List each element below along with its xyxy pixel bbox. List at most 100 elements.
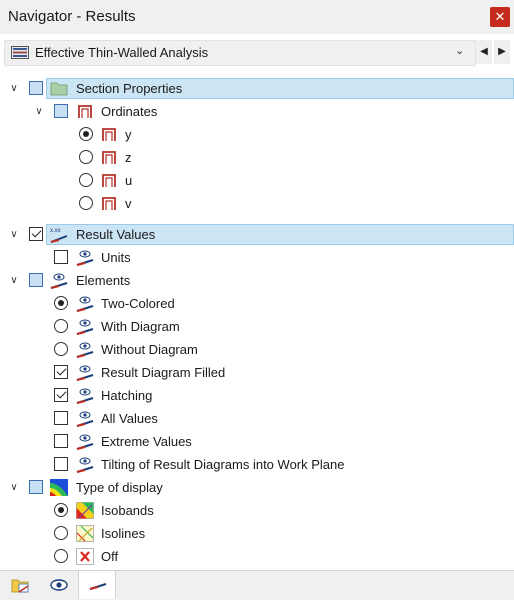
ordinate-u-radio[interactable]	[79, 173, 93, 187]
extreme-values-label: Extreme Values	[101, 434, 192, 449]
ordinate-section-icon	[78, 105, 92, 118]
tilting-label: Tilting of Result Diagrams into Work Pla…	[101, 457, 345, 472]
elements-option-extreme-values[interactable]: Extreme Values	[0, 431, 514, 453]
ordinates-label: Ordinates	[101, 104, 158, 119]
expand-chevron-icon[interactable]: ∨	[33, 106, 45, 118]
ordinate-v-radio[interactable]	[79, 196, 93, 210]
all-values-checkbox[interactable]	[54, 411, 68, 425]
without-diagram-label: Without Diagram	[101, 342, 198, 357]
off-radio[interactable]	[54, 549, 68, 563]
color-contour-icon	[50, 479, 68, 496]
result-values-icon: x.xx	[50, 228, 68, 243]
expand-chevron-icon[interactable]: ∨	[8, 482, 20, 494]
title-bar: Navigator - Results ✕	[0, 0, 514, 34]
next-button[interactable]: ▶	[494, 40, 510, 64]
without-diagram-radio[interactable]	[54, 342, 68, 356]
tree-node-units[interactable]: Units	[0, 247, 514, 269]
ordinate-z-label: z	[125, 150, 132, 165]
elements-option-two-colored[interactable]: Two-Colored	[0, 293, 514, 315]
eye-result-icon	[50, 273, 68, 289]
off-x-icon	[76, 548, 94, 565]
hatching-label: Hatching	[101, 388, 153, 403]
tab-results[interactable]	[78, 571, 116, 599]
with-diagram-label: With Diagram	[101, 319, 180, 334]
ordinate-z-radio[interactable]	[79, 150, 93, 164]
ordinate-y-label: y	[125, 127, 132, 142]
elements-option-without-diagram[interactable]: Without Diagram	[0, 339, 514, 361]
tab-display[interactable]	[40, 571, 76, 599]
eye-result-icon	[76, 319, 94, 335]
result-diagram-filled-checkbox[interactable]	[54, 365, 68, 379]
isobands-label: Isobands	[101, 503, 154, 518]
eye-result-icon	[76, 411, 94, 427]
tree-node-type-of-display[interactable]: ∨ Type of display	[0, 477, 514, 499]
elements-option-hatching[interactable]: Hatching	[0, 385, 514, 407]
expand-chevron-icon[interactable]: ∨	[8, 83, 20, 95]
off-label: Off	[101, 549, 119, 564]
ordinate-option-u[interactable]: u	[0, 170, 514, 192]
two-colored-radio[interactable]	[54, 296, 68, 310]
elements-checkbox[interactable]	[29, 273, 43, 287]
isolines-label: Isolines	[101, 526, 146, 541]
elements-option-tilting[interactable]: Tilting of Result Diagrams into Work Pla…	[0, 454, 514, 476]
analysis-icon	[11, 46, 29, 59]
ordinate-u-label: u	[125, 173, 133, 188]
result-diagram-filled-label: Result Diagram Filled	[101, 365, 226, 380]
eye-result-icon	[76, 342, 94, 358]
data-folder-icon	[11, 579, 29, 593]
tree-node-elements[interactable]: ∨ Elements	[0, 270, 514, 292]
tree-node-section-properties[interactable]: ∨ Section Properties	[0, 78, 514, 100]
toolbar: Effective Thin-Walled Analysis ⌄	[0, 38, 514, 68]
tilting-checkbox[interactable]	[54, 457, 68, 471]
display-option-isolines[interactable]: Isolines	[0, 523, 514, 545]
result-values-checkbox[interactable]	[29, 227, 43, 241]
elements-option-with-diagram[interactable]: With Diagram	[0, 316, 514, 338]
eye-result-icon	[76, 388, 94, 404]
eye-result-icon	[76, 434, 94, 450]
elements-option-result-diagram-filled[interactable]: Result Diagram Filled	[0, 362, 514, 384]
expand-chevron-icon[interactable]: ∨	[8, 229, 20, 241]
elements-label: Elements	[76, 273, 131, 288]
ordinate-option-y[interactable]: y	[0, 124, 514, 146]
ordinate-option-z[interactable]: z	[0, 147, 514, 169]
type-of-display-label: Type of display	[76, 480, 163, 495]
extreme-values-checkbox[interactable]	[54, 434, 68, 448]
isobands-icon	[76, 502, 94, 519]
ordinate-section-icon	[102, 128, 116, 141]
analysis-dropdown-value: Effective Thin-Walled Analysis	[35, 45, 209, 60]
ordinates-checkbox[interactable]	[54, 104, 68, 118]
all-values-label: All Values	[101, 411, 158, 426]
bottom-tab-bar	[0, 570, 514, 600]
result-values-label: Result Values	[76, 227, 156, 242]
section-properties-checkbox[interactable]	[29, 81, 43, 95]
with-diagram-radio[interactable]	[54, 319, 68, 333]
expand-chevron-icon[interactable]: ∨	[8, 275, 20, 287]
isobands-radio[interactable]	[54, 503, 68, 517]
tree-node-ordinates[interactable]: ∨ Ordinates	[0, 101, 514, 123]
ordinate-v-label: v	[125, 196, 132, 211]
elements-option-all-values[interactable]: All Values	[0, 408, 514, 430]
tab-data[interactable]	[2, 571, 38, 599]
results-diagram-icon	[89, 583, 107, 590]
type-of-display-checkbox[interactable]	[29, 480, 43, 494]
result-values-icon-text: x.xx	[50, 228, 61, 234]
display-option-isobands[interactable]: Isobands	[0, 500, 514, 522]
isolines-radio[interactable]	[54, 526, 68, 540]
two-colored-label: Two-Colored	[101, 296, 175, 311]
section-properties-label: Section Properties	[76, 81, 183, 96]
analysis-dropdown[interactable]: Effective Thin-Walled Analysis ⌄	[4, 40, 476, 66]
ordinate-option-v[interactable]: v	[0, 193, 514, 215]
hatching-checkbox[interactable]	[54, 388, 68, 402]
eye-result-icon	[76, 296, 94, 312]
isolines-icon	[76, 525, 94, 542]
tree-node-result-values[interactable]: ∨ x.xx Result Values	[0, 224, 514, 246]
window-title: Navigator - Results	[8, 8, 136, 25]
previous-button[interactable]: ◀	[476, 40, 492, 64]
eye-icon	[50, 579, 68, 591]
ordinate-y-radio[interactable]	[79, 127, 93, 141]
close-button[interactable]: ✕	[490, 7, 510, 27]
display-option-off[interactable]: Off	[0, 546, 514, 568]
eye-result-icon	[76, 457, 94, 473]
eye-result-icon	[76, 365, 94, 381]
units-checkbox[interactable]	[54, 250, 68, 264]
